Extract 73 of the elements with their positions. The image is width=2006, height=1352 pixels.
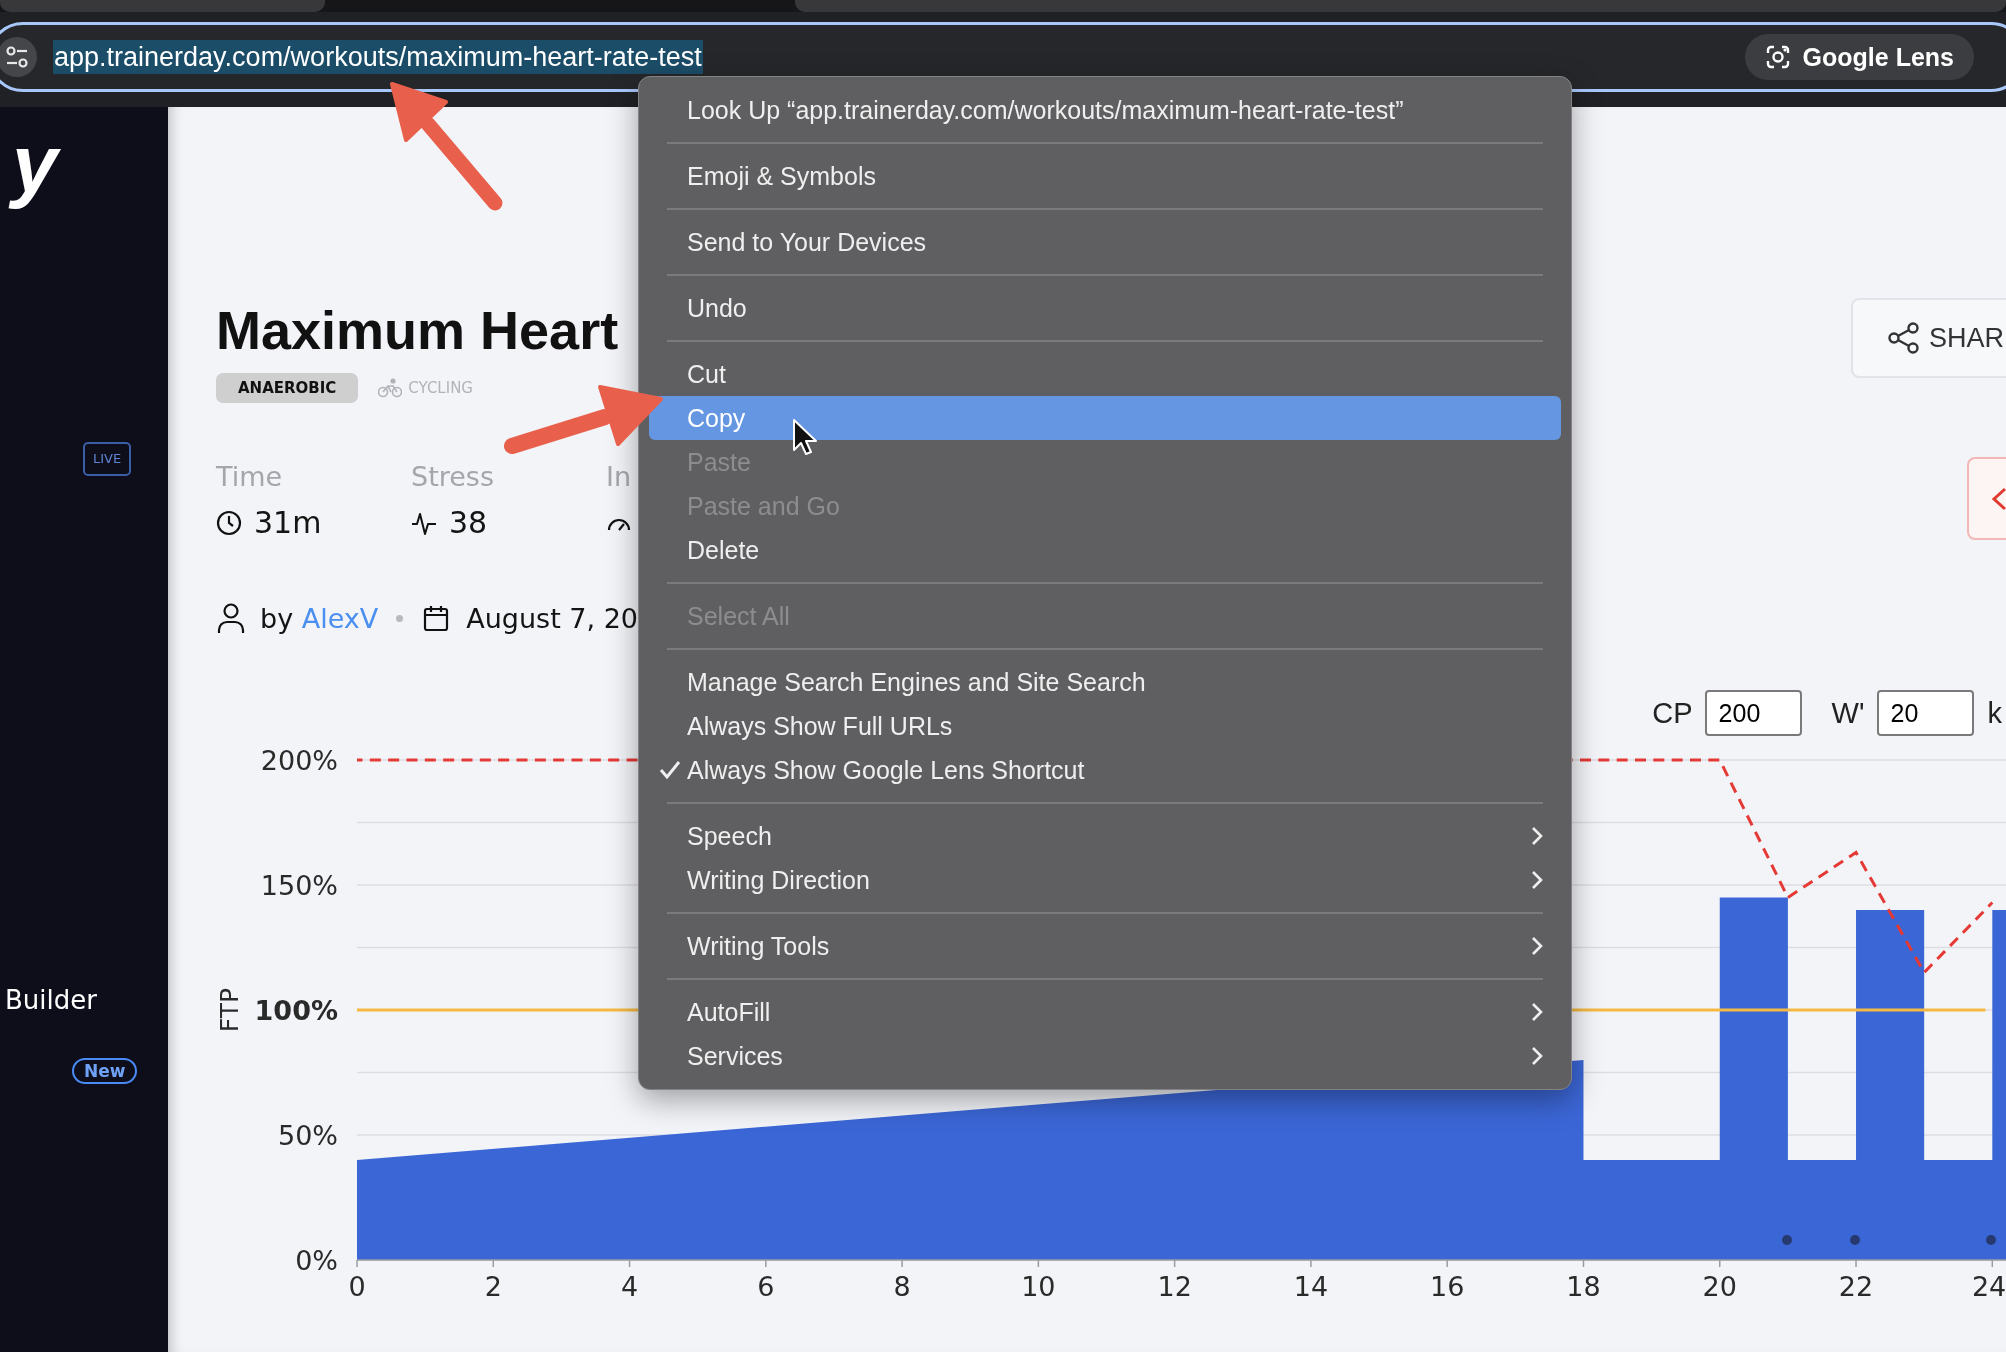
axis-label: 18 [1566,1271,1601,1302]
menu-item[interactable]: Always Show Full URLs [649,704,1561,748]
axis-label: 150% [260,870,338,901]
lens-icon [1764,44,1791,70]
marker-dot [1782,1235,1792,1245]
clock-icon [216,510,242,536]
chevron-left-icon [1991,485,2006,512]
author-link[interactable]: AlexV [301,602,379,634]
category-tag: ANAEROBIC [216,373,359,403]
sport-label: CYCLING [408,379,473,397]
stat-value: 31m [254,505,322,541]
menu-item[interactable]: Delete [649,528,1561,572]
live-badge[interactable]: LIVE [83,442,132,476]
cp-input[interactable]: 200 [1704,690,1802,736]
axis-label: 200% [260,745,338,776]
logo-text[interactable]: y [0,119,72,209]
separator-dot [396,614,404,622]
field-label: W' [1831,696,1865,730]
menu-item[interactable]: Send to Your Devices [649,220,1561,264]
stat-value: 38 [449,505,488,541]
menu-item[interactable]: Services [649,1034,1561,1078]
menu-item[interactable]: Always Show Google Lens Shortcut [649,748,1561,792]
date-text: August 7, 20 [466,602,639,634]
w-prime-input[interactable]: 20 [1876,690,1974,736]
axis-label: 2 [484,1271,502,1302]
menu-item[interactable]: Speech [649,814,1561,858]
share-button[interactable]: SHAR [1851,298,2006,378]
nav-item[interactable]: Builder [5,984,97,1016]
axis-label: 6 [757,1271,775,1302]
browser-tab[interactable] [795,0,2006,12]
site-settings-icon [0,37,37,77]
menu-item[interactable]: Cut [649,352,1561,396]
author-text: by AlexV [260,602,379,634]
axis-label: 20 [1702,1271,1737,1302]
menu-item[interactable]: Copy [649,396,1561,440]
new-badge: New [72,1058,138,1084]
stat-label: Time [216,462,283,492]
axis-label: 16 [1430,1271,1465,1302]
url-text: app.trainerday.com/workouts/maximum-heart-rate-test [53,40,703,74]
stat-label: In [606,462,632,492]
axis-label: 12 [1157,1271,1192,1302]
checkmark-icon [659,760,681,780]
stat-label: Stress [411,462,494,492]
share-icon [1887,321,1921,355]
axis-label: 14 [1293,1271,1329,1302]
menu-item[interactable]: Undo [649,286,1561,330]
marker-dot [1850,1235,1860,1245]
calendar-icon [423,604,450,632]
browser-tab[interactable] [0,0,325,12]
axis-label: 22 [1838,1271,1874,1302]
menu-item[interactable]: Writing Direction [649,858,1561,902]
axis-label: 10 [1021,1271,1056,1302]
marker-dot [1986,1235,1996,1245]
axis-label: 0% [295,1245,338,1276]
axis-label: 50% [278,1120,338,1151]
pulse-icon [411,510,437,536]
axis-label: 4 [620,1271,639,1302]
cursor-icon [792,418,818,456]
unit-label: k [1987,696,2002,730]
google-lens-button[interactable]: Google Lens [1744,34,1974,80]
axis-title: FTP [216,987,244,1033]
axis-label: 0 [348,1271,366,1302]
axis-label: 8 [893,1271,911,1302]
menu-item[interactable]: Emoji & Symbols [649,154,1561,198]
axis-label: 24 [1971,1271,2006,1302]
menu-item[interactable]: Manage Search Engines and Site Search [649,660,1561,704]
axis-label: 100% [254,995,338,1026]
menu-item[interactable]: AutoFill [649,990,1561,1034]
menu-item[interactable]: Writing Tools [649,924,1561,968]
user-icon [216,602,246,634]
field-label: CP [1652,696,1693,730]
bicycle-icon [378,378,403,398]
workout-title: Maximum Heart [216,300,619,360]
